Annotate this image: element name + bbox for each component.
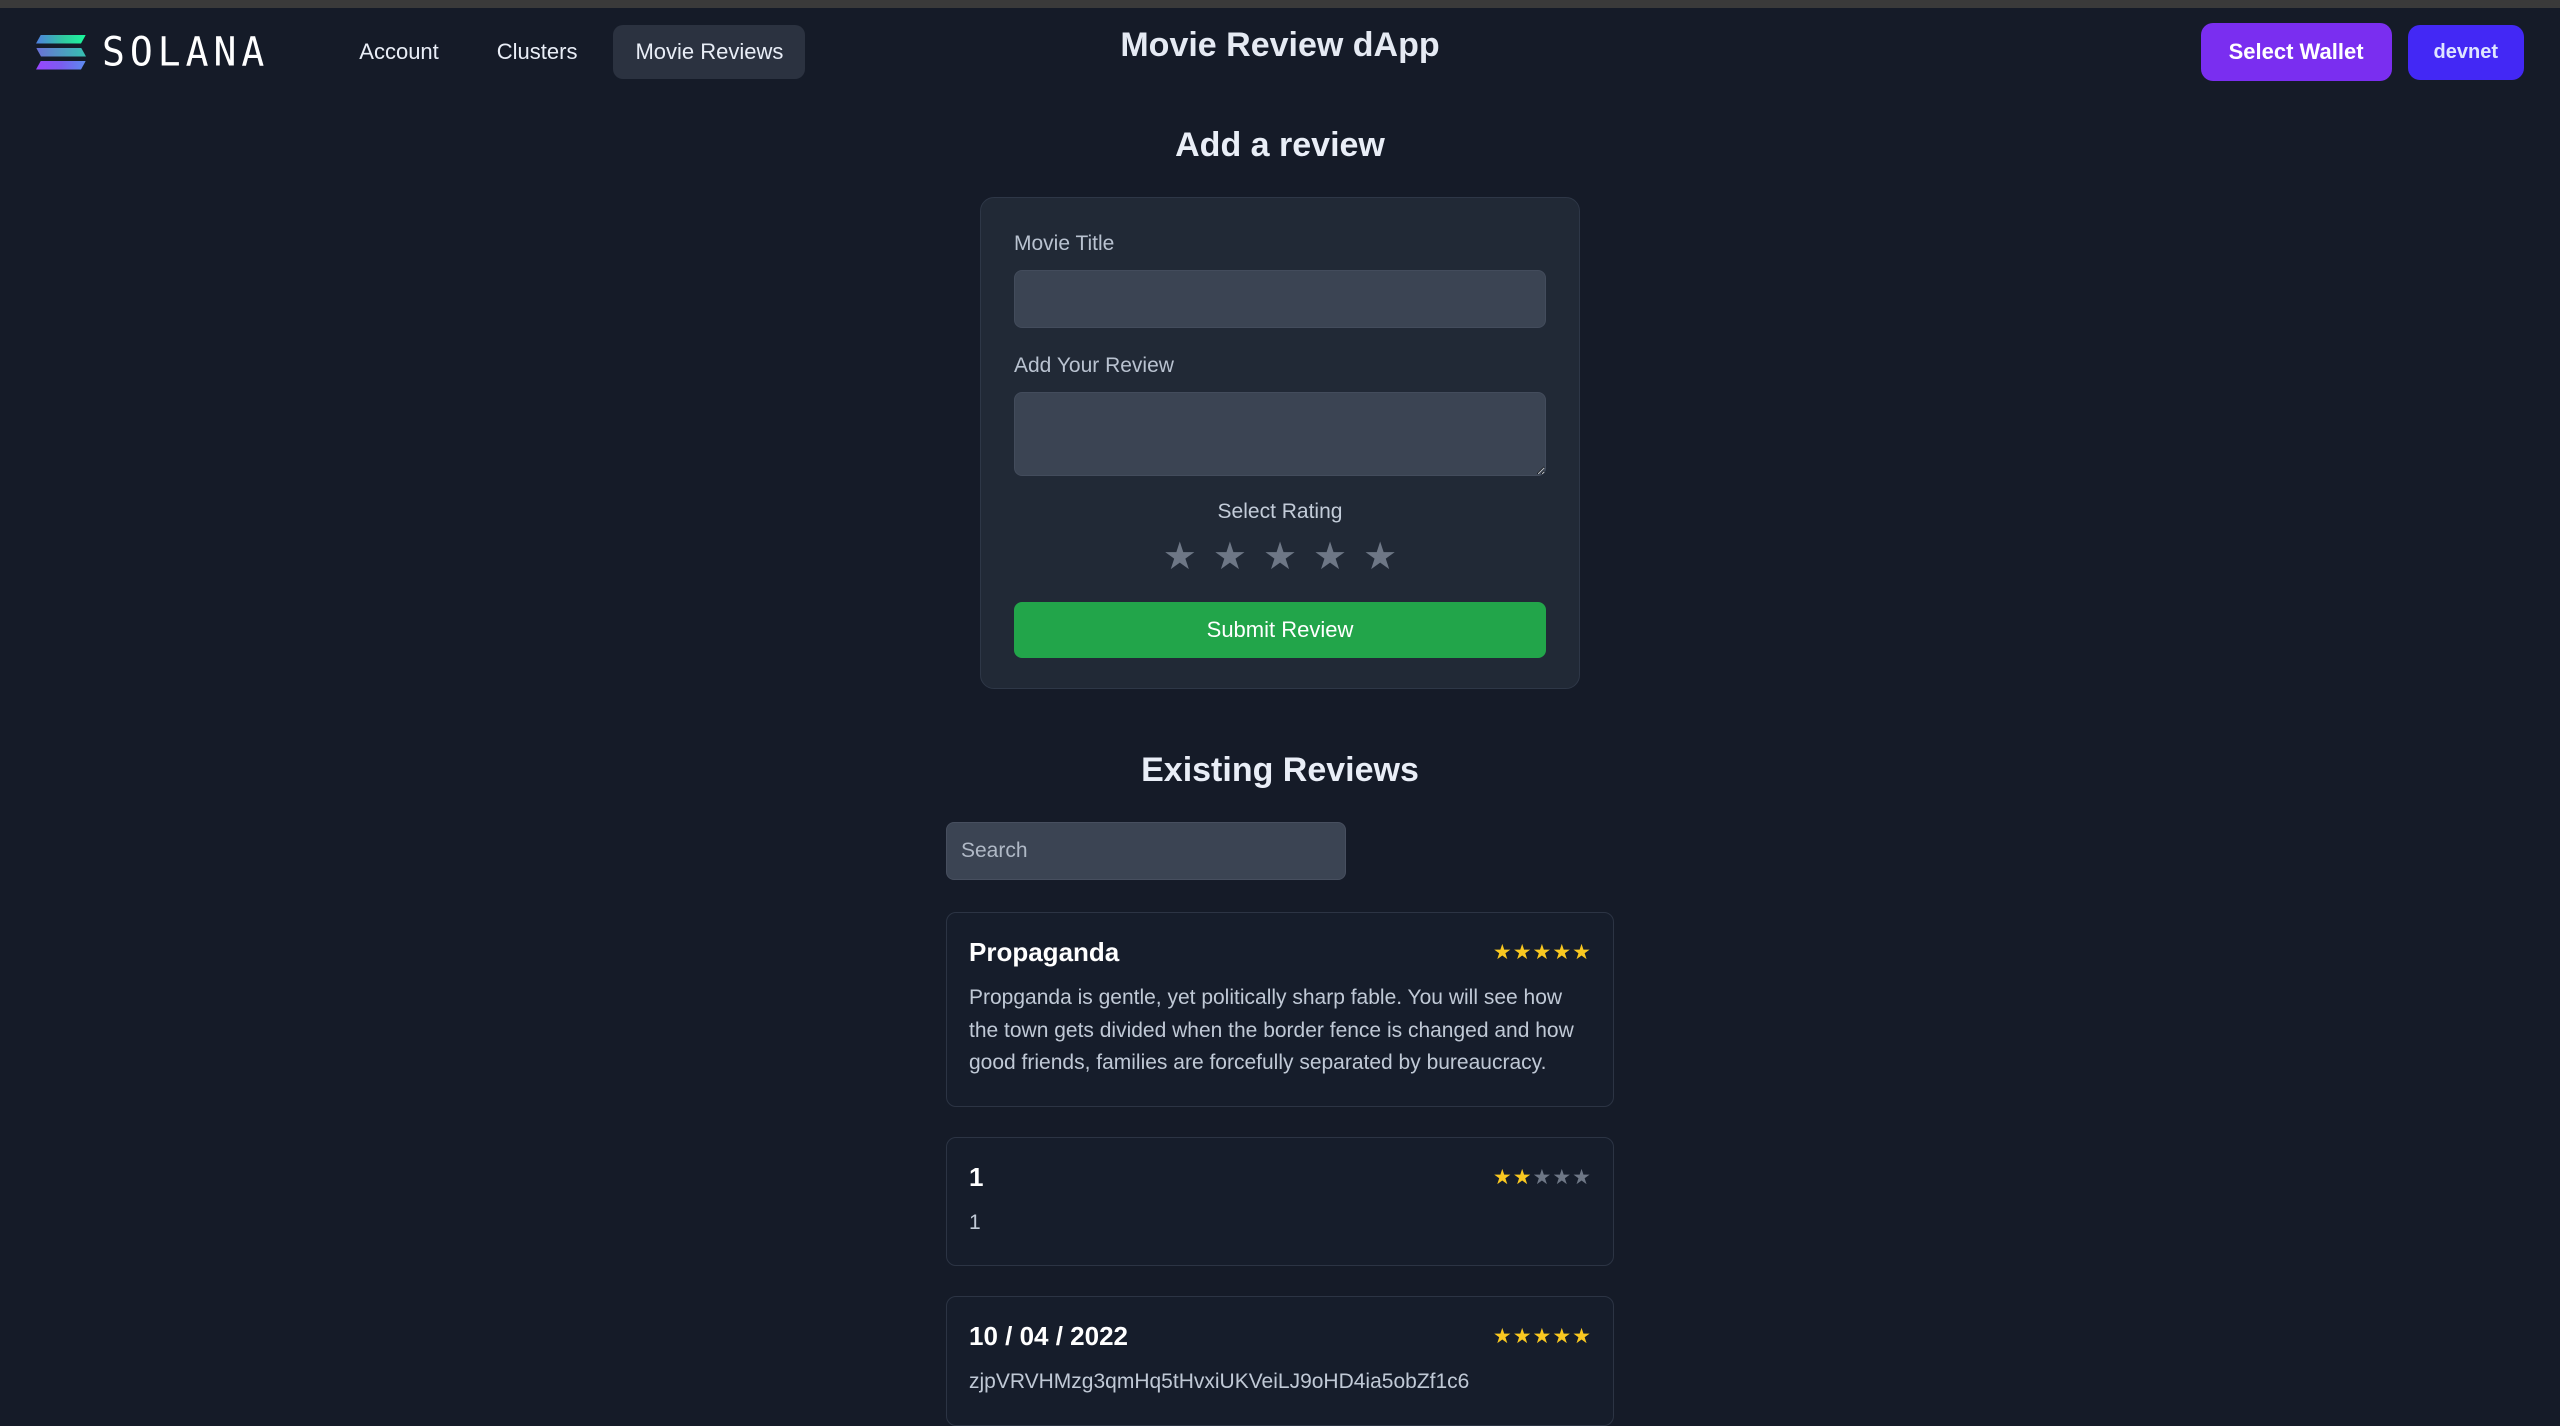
rating-star-3-icon[interactable]: ★ bbox=[1263, 538, 1297, 576]
review-card-header: 10 / 04 / 2022 ★ ★ ★ ★ ★ bbox=[969, 1321, 1591, 1352]
search-input[interactable] bbox=[946, 822, 1346, 880]
review-card: 10 / 04 / 2022 ★ ★ ★ ★ ★ zjpVRVHMzg3qmHq5tHvxi… bbox=[946, 1296, 1614, 1426]
review-star-3-icon: ★ bbox=[1532, 1165, 1552, 1189]
review-title: Propaganda bbox=[969, 937, 1120, 967]
movie-title-label: Movie Title bbox=[1014, 232, 1115, 255]
nav-link-movie-reviews[interactable]: Movie Reviews bbox=[613, 25, 806, 79]
main-content: Add a review Movie Title Add Your Review… bbox=[0, 96, 2560, 1426]
solana-logo-icon bbox=[36, 32, 86, 72]
review-text-input[interactable] bbox=[1014, 392, 1546, 476]
review-star-2-icon: ★ bbox=[1512, 941, 1532, 964]
rating-star-picker[interactable]: ★ ★ ★ ★ ★ bbox=[1014, 538, 1546, 576]
review-star-1-icon: ★ bbox=[1492, 1165, 1512, 1189]
navbar-actions: Select Wallet devnet bbox=[2200, 23, 2524, 81]
submit-review-button[interactable]: Submit Review bbox=[1014, 602, 1546, 658]
brand-logo[interactable]: SOLANA bbox=[36, 28, 270, 76]
window-chrome-strip bbox=[0, 0, 2560, 8]
rating-star-4-icon[interactable]: ★ bbox=[1313, 538, 1347, 576]
review-rating-stars: ★ ★ ★ ★ ★ bbox=[1493, 1167, 1591, 1188]
existing-reviews-section: Existing Reviews Propaganda★★★★★Propgand… bbox=[0, 751, 2560, 1426]
rating-star-1-icon[interactable]: ★ bbox=[1163, 538, 1197, 576]
review-star-3-icon: ★ bbox=[1532, 941, 1552, 964]
existing-reviews-inner: Propaganda★★★★★Propganda is gentle, yet … bbox=[946, 822, 1614, 1426]
review-body: Propganda is gentle, yet politically sha… bbox=[969, 986, 1574, 1075]
review-star-4-icon: ★ bbox=[1552, 1325, 1572, 1349]
movie-title-input[interactable] bbox=[1014, 270, 1546, 328]
review-star-4-icon: ★ bbox=[1552, 1165, 1572, 1189]
review-star-4-icon: ★ bbox=[1552, 941, 1572, 964]
review-star-1-icon: ★ bbox=[1492, 941, 1512, 964]
rating-star-5-icon[interactable]: ★ bbox=[1363, 538, 1397, 576]
review-star-5-icon: ★ bbox=[1572, 1165, 1591, 1189]
nav-link-clusters[interactable]: Clusters bbox=[475, 25, 600, 79]
network-selector-button[interactable]: devnet bbox=[2407, 24, 2524, 80]
select-rating-label: Select Rating bbox=[1217, 500, 1343, 523]
review-star-1-icon: ★ bbox=[1492, 1325, 1512, 1349]
review-star-2-icon: ★ bbox=[1512, 1325, 1532, 1349]
existing-reviews-heading: Existing Reviews bbox=[1141, 751, 1419, 789]
review-card: 1 ★ ★ ★ ★ ★ 1 bbox=[946, 1136, 1614, 1267]
rating-star-2-icon[interactable]: ★ bbox=[1213, 538, 1247, 576]
nav-links: Account Clusters Movie Reviews bbox=[337, 25, 806, 79]
review-card: Propaganda ★ ★ ★ ★ ★ Propganda is gentle, yet … bbox=[946, 912, 1614, 1107]
brand-wordmark: SOLANA bbox=[102, 28, 270, 76]
review-body: 1 bbox=[969, 1210, 981, 1234]
review-star-2-icon: ★ bbox=[1512, 1165, 1532, 1189]
review-list: Propaganda ★ ★ ★ ★ ★ Propganda is gentle, yet … bbox=[946, 912, 1614, 1426]
nav-link-account[interactable]: Account bbox=[337, 25, 461, 79]
review-title: 10 / 04 / 2022 bbox=[969, 1321, 1129, 1352]
review-card-header: Propaganda ★ ★ ★ ★ ★ bbox=[969, 937, 1591, 968]
add-review-heading: Add a review bbox=[1175, 126, 1385, 164]
review-card-header: 1 ★ ★ ★ ★ ★ bbox=[969, 1162, 1591, 1193]
review-star-5-icon: ★ bbox=[1572, 941, 1591, 964]
select-wallet-button[interactable]: Select Wallet bbox=[2200, 23, 2392, 81]
search-row bbox=[946, 822, 1614, 880]
review-rating-stars: ★ ★ ★ ★ ★ bbox=[1493, 942, 1591, 963]
add-your-review-label: Add Your Review bbox=[1014, 354, 1174, 377]
add-review-form: Movie Title Add Your Review Select Ratin… bbox=[980, 197, 1580, 689]
review-title: 1 bbox=[969, 1161, 984, 1192]
navbar: SOLANA Account Clusters Movie Reviews Mo… bbox=[0, 8, 2560, 96]
review-body: zjpVRVHMzg3qmHq5tHvxiUKVeiLJ9oHD4ia5obZf… bbox=[969, 1370, 1470, 1394]
app-page: SOLANA Account Clusters Movie Reviews Mo… bbox=[0, 8, 2560, 1426]
review-star-5-icon: ★ bbox=[1572, 1325, 1591, 1349]
review-star-3-icon: ★ bbox=[1532, 1325, 1552, 1349]
review-rating-stars: ★ ★ ★ ★ ★ bbox=[1493, 1326, 1591, 1347]
